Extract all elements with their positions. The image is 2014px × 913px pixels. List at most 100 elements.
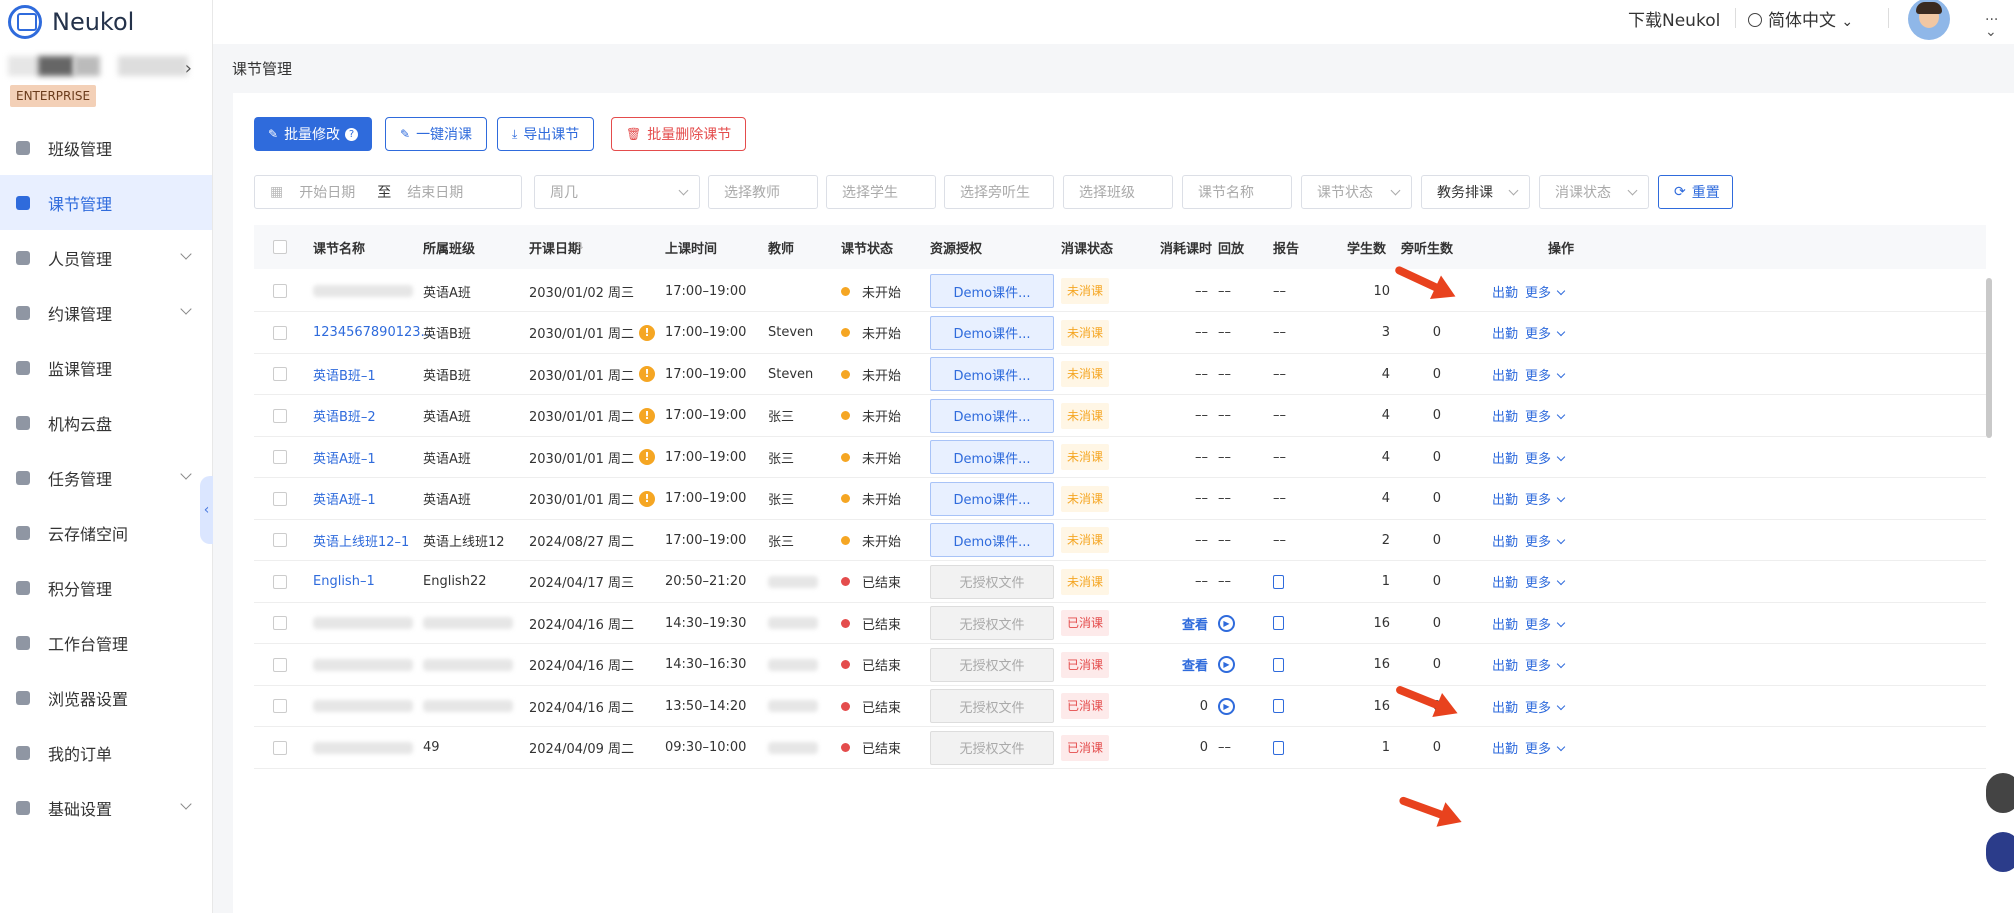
lesson-name-link[interactable]: 英语A班–1: [313, 437, 376, 477]
warning-icon[interactable]: !: [639, 490, 656, 507]
more-menu[interactable]: 更多: [1525, 614, 1566, 633]
view-hours-link[interactable]: 查看: [1182, 614, 1208, 633]
attendance-link[interactable]: 出勤: [1492, 738, 1518, 757]
help-icon[interactable]: ?: [345, 127, 359, 141]
resource-auth-button[interactable]: Demo课件...: [930, 523, 1054, 557]
attendance-link[interactable]: 出勤: [1492, 531, 1518, 550]
resource-auth-button[interactable]: Demo课件...: [930, 357, 1054, 391]
warning-icon[interactable]: !: [639, 366, 656, 382]
language-selector[interactable]: 简体中文 ⌄: [1748, 6, 1853, 31]
resource-auth-button[interactable]: Demo课件...: [930, 440, 1054, 474]
lesson-name-link[interactable]: [313, 728, 413, 768]
attendance-link[interactable]: 出勤: [1492, 489, 1518, 508]
attendance-link[interactable]: 出勤: [1492, 365, 1518, 384]
resource-auth-button[interactable]: Demo课件...: [930, 398, 1054, 433]
sidebar-item[interactable]: 积分管理: [0, 560, 212, 615]
row-checkbox[interactable]: [273, 284, 287, 298]
lesson-name-link[interactable]: [313, 645, 413, 685]
download-link[interactable]: 下载Neukol: [1628, 6, 1720, 31]
more-menu[interactable]: 更多: [1525, 406, 1566, 425]
row-checkbox[interactable]: [273, 657, 287, 672]
schedule-select[interactable]: 教务排课: [1421, 175, 1530, 209]
attendance-link[interactable]: 出勤: [1492, 323, 1518, 342]
more-menu[interactable]: 更多: [1525, 448, 1566, 467]
student-select[interactable]: 选择学生: [826, 175, 936, 209]
attendance-link[interactable]: 出勤: [1492, 282, 1518, 301]
sidebar-item[interactable]: 工作台管理: [0, 615, 212, 670]
report-icon[interactable]: [1273, 740, 1284, 755]
more-menu[interactable]: 更多: [1525, 738, 1566, 757]
row-checkbox[interactable]: [273, 699, 287, 713]
batch-delete-button[interactable]: 🗑 批量删除课节: [611, 117, 747, 151]
attendance-link[interactable]: 出勤: [1492, 614, 1518, 633]
row-checkbox[interactable]: [273, 450, 287, 464]
teacher-select[interactable]: 选择教师: [708, 175, 818, 209]
report-icon[interactable]: [1273, 574, 1284, 589]
class-select[interactable]: 选择班级: [1063, 175, 1173, 209]
report-icon[interactable]: [1273, 699, 1284, 713]
row-checkbox[interactable]: [273, 574, 287, 589]
warning-icon[interactable]: !: [639, 407, 656, 424]
attendance-link[interactable]: 出勤: [1492, 448, 1518, 467]
select-all-checkbox[interactable]: [273, 240, 287, 254]
sidebar-item[interactable]: 课节管理: [0, 175, 212, 230]
consume-status-select[interactable]: 消课状态: [1539, 175, 1649, 209]
export-button[interactable]: ⤓ 导出课节: [497, 117, 595, 151]
more-menu[interactable]: 更多: [1525, 531, 1566, 550]
weekday-select[interactable]: 周几: [534, 175, 700, 209]
lesson-name-link[interactable]: [313, 603, 413, 643]
sidebar-item[interactable]: 约课管理: [0, 285, 212, 340]
collapse-sidebar-button[interactable]: ‹: [200, 476, 213, 544]
lesson-name-link[interactable]: 英语A班–1: [313, 479, 376, 519]
more-menu[interactable]: 更多: [1525, 655, 1566, 674]
date-range-picker[interactable]: ▦ 开始日期 至 结束日期: [254, 175, 522, 209]
assistant-float-button[interactable]: [1986, 832, 2014, 872]
org-switcher[interactable]: ›: [8, 56, 194, 79]
lesson-name-input[interactable]: 课节名称: [1182, 175, 1292, 209]
batch-edit-button[interactable]: ✎ 批量修改?: [254, 117, 373, 151]
row-checkbox[interactable]: [273, 533, 287, 547]
row-checkbox[interactable]: [273, 491, 287, 506]
sidebar-item[interactable]: 浏览器设置: [0, 670, 212, 725]
more-menu[interactable]: 更多: [1525, 489, 1566, 508]
auditor-select[interactable]: 选择旁听生: [944, 175, 1054, 209]
column-header[interactable]: 开课日期: [529, 225, 581, 269]
warning-icon[interactable]: !: [639, 449, 656, 465]
lesson-name-link[interactable]: 1234567890123...: [313, 313, 433, 353]
more-menu[interactable]: 更多: [1525, 282, 1566, 301]
lesson-name-link[interactable]: English–1: [313, 562, 375, 602]
one-click-consume-button[interactable]: ✎ 一键消课: [385, 117, 488, 151]
more-menu[interactable]: 更多: [1525, 697, 1566, 716]
lesson-name-link[interactable]: 英语上线班12–1: [313, 520, 409, 560]
more-menu[interactable]: 更多: [1525, 323, 1566, 342]
translate-float-button[interactable]: [1986, 773, 2014, 813]
attendance-link[interactable]: 出勤: [1492, 655, 1518, 674]
row-checkbox[interactable]: [273, 408, 287, 423]
lesson-name-link[interactable]: 英语B班–1: [313, 354, 376, 394]
sort-icon[interactable]: ⇅: [576, 225, 584, 269]
attendance-link[interactable]: 出勤: [1492, 697, 1518, 716]
warning-icon[interactable]: !: [639, 324, 656, 341]
sidebar-item[interactable]: 监课管理: [0, 340, 212, 395]
sidebar-item[interactable]: 任务管理: [0, 450, 212, 505]
row-checkbox[interactable]: [273, 740, 287, 755]
avatar[interactable]: [1908, 0, 1950, 40]
sidebar-item[interactable]: 人员管理: [0, 230, 212, 285]
lesson-status-select[interactable]: 课节状态: [1301, 175, 1412, 209]
playback-icon[interactable]: ▶: [1218, 697, 1235, 715]
row-checkbox[interactable]: [273, 325, 287, 340]
lesson-name-link[interactable]: [313, 686, 413, 726]
attendance-link[interactable]: 出勤: [1492, 406, 1518, 425]
more-menu[interactable]: 更多: [1525, 572, 1566, 591]
row-checkbox[interactable]: [273, 616, 287, 630]
lesson-name-link[interactable]: 英语B班–2: [313, 396, 376, 436]
row-checkbox[interactable]: [273, 367, 287, 381]
sidebar-item[interactable]: 我的订单: [0, 725, 212, 780]
resource-auth-button[interactable]: Demo课件...: [930, 274, 1054, 308]
sidebar-item[interactable]: 班级管理: [0, 120, 212, 175]
sidebar-item[interactable]: 基础设置: [0, 780, 212, 835]
user-menu[interactable]: ... ⌄: [1985, 8, 2014, 40]
brand[interactable]: Neukol: [8, 2, 134, 42]
reset-button[interactable]: ⟳ 重置: [1658, 175, 1733, 209]
view-hours-link[interactable]: 查看: [1182, 655, 1208, 674]
